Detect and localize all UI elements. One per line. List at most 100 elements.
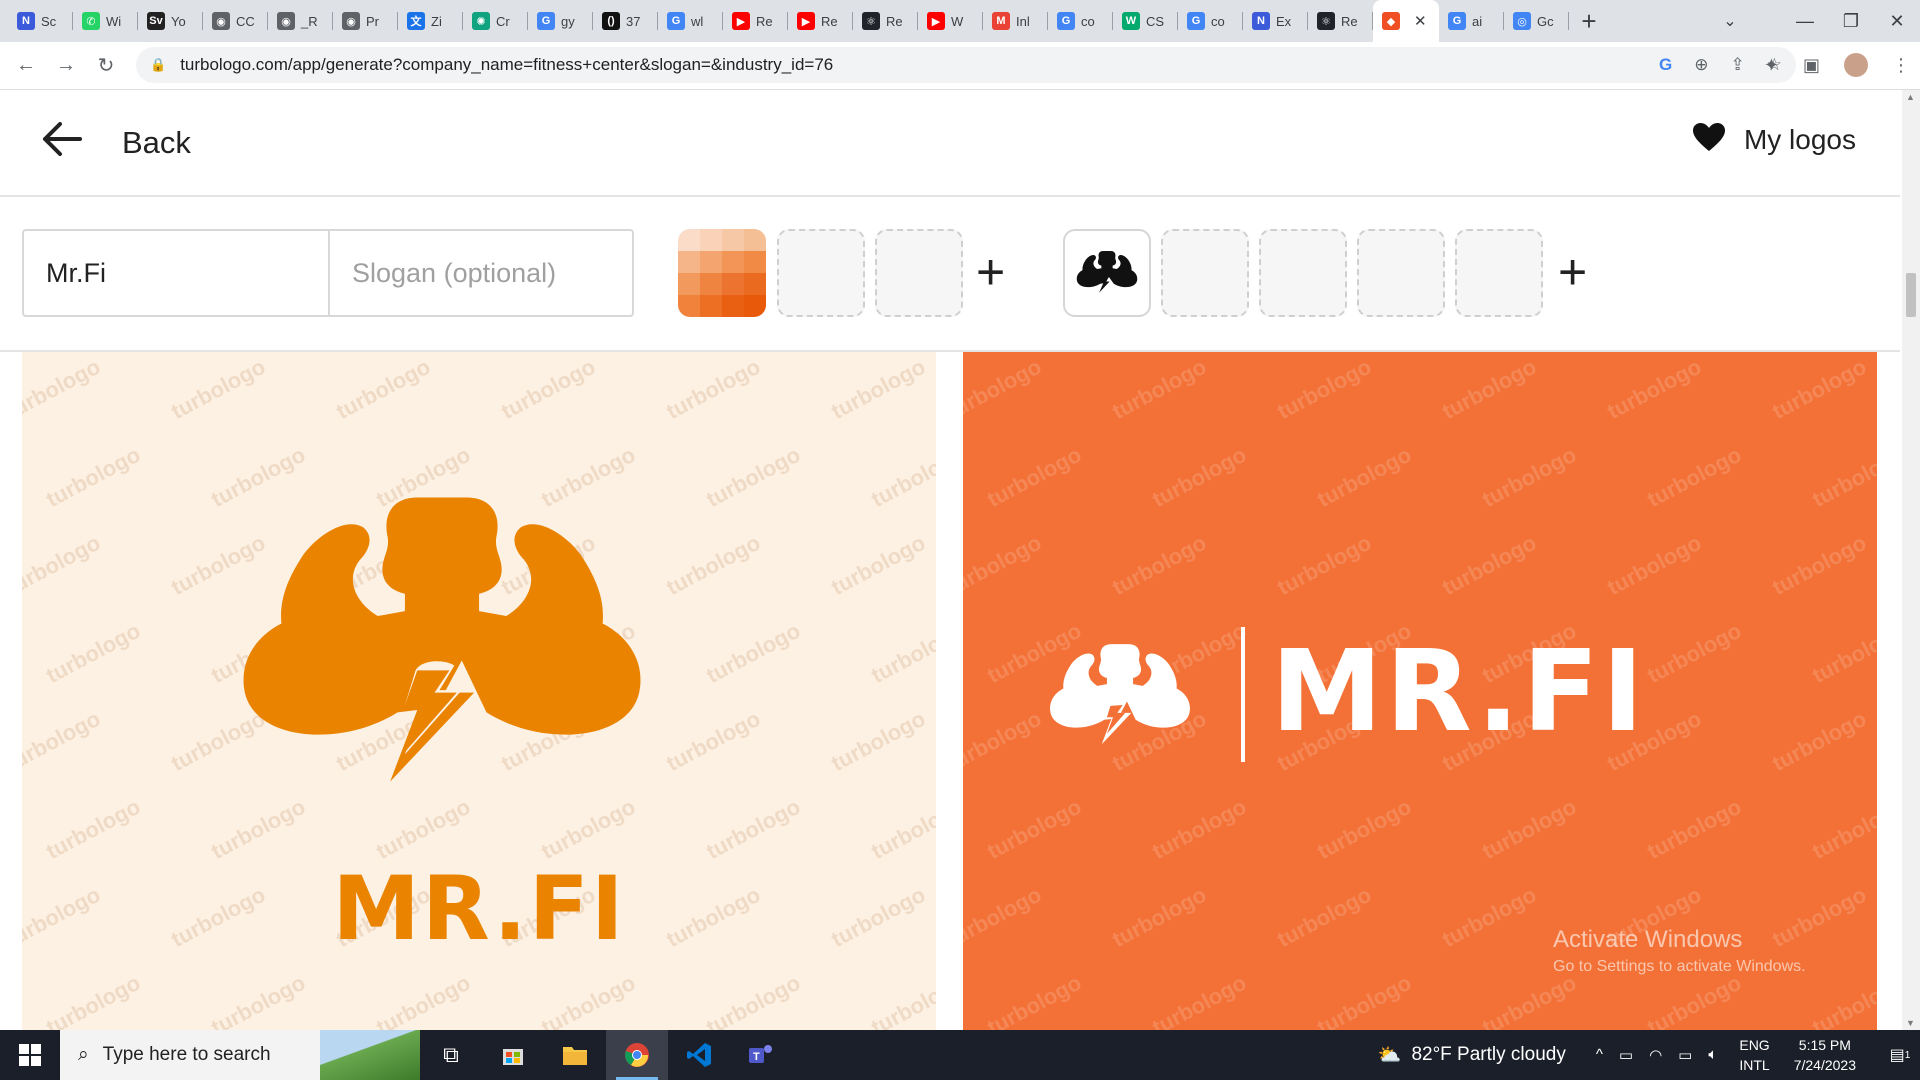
battery-icon[interactable]: ▭ — [1678, 1046, 1692, 1064]
turbologo-watermark: turbologo — [702, 793, 805, 865]
browser-tab[interactable]: ▶ Re — [723, 0, 788, 42]
browser-tab[interactable]: Gwl — [658, 0, 723, 42]
volume-icon[interactable]: 🔈︎ — [1708, 1046, 1717, 1064]
color-slot-empty[interactable] — [875, 229, 963, 317]
turbologo-watermark: turbologo — [1808, 441, 1877, 513]
weather-widget[interactable]: ⛅ 82°F Partly cloudy — [1378, 1043, 1566, 1067]
palette-cell — [744, 229, 766, 251]
turbologo-watermark: turbologo — [1148, 969, 1251, 1030]
side-panel-icon[interactable]: ▣ — [1803, 55, 1820, 76]
extension-toolbar: ✦ ▣ ⋮ — [1764, 47, 1910, 83]
turbologo-watermark: turbologo — [207, 793, 310, 865]
add-color-button[interactable]: + — [976, 247, 1005, 297]
tab-title: wl — [691, 13, 704, 29]
turbologo-watermark: turbologo — [42, 441, 145, 513]
notification-center-icon[interactable]: ▤ 1 — [1880, 1030, 1920, 1080]
browser-tab[interactable]: Gai — [1439, 0, 1504, 42]
task-view-icon[interactable]: ⧉ — [420, 1030, 482, 1080]
start-button[interactable] — [0, 1030, 60, 1080]
browser-tab[interactable]: Gco — [1048, 0, 1113, 42]
browser-tab[interactable]: ✆ Wi — [73, 0, 138, 42]
chevron-up-icon[interactable]: ^ — [1596, 1046, 1603, 1064]
restore-button[interactable]: ❐ — [1828, 0, 1874, 42]
company-name-input[interactable]: Mr.Fi — [24, 231, 330, 315]
close-window-button[interactable]: ✕ — [1874, 0, 1920, 42]
minimize-button[interactable]: — — [1782, 0, 1828, 42]
browser-tab[interactable]: ◉ CC — [203, 0, 268, 42]
browser-tab[interactable]: ◉ _R — [268, 0, 333, 42]
browser-tab[interactable]: ✺ Cr — [463, 0, 528, 42]
tab-title: co — [1211, 13, 1225, 29]
browser-tab[interactable]: ◆ ✕ — [1373, 0, 1439, 42]
chrome-taskbar-icon[interactable] — [606, 1030, 668, 1080]
turbologo-watermark: turbologo — [702, 969, 805, 1030]
palette-cell — [722, 295, 744, 317]
palette-cell — [678, 229, 700, 251]
meet-now-icon[interactable]: ▭ — [1619, 1046, 1633, 1064]
browser-tab[interactable]: ◉ Pr — [333, 0, 398, 42]
teams-icon[interactable]: T — [730, 1030, 792, 1080]
turbologo-watermark: turbologo — [537, 793, 640, 865]
zoom-icon[interactable]: ⊕ — [1694, 55, 1708, 75]
browser-tab[interactable]: ▶ W — [918, 0, 983, 42]
scroll-up-icon[interactable]: ▲ — [1906, 92, 1915, 102]
browser-tab[interactable]: 文 Zi — [398, 0, 463, 42]
browser-tab[interactable]: Gco — [1178, 0, 1243, 42]
tab-close-icon[interactable]: ✕ — [1414, 12, 1427, 30]
globe-icon: ◉ — [212, 12, 230, 30]
back-nav-icon[interactable]: ← — [6, 46, 46, 86]
browser-tab[interactable]: ⚛ Re — [853, 0, 918, 42]
page-scrollbar[interactable]: ▲ ▼ — [1902, 90, 1920, 1030]
turbologo-watermark: turbologo — [702, 441, 805, 513]
profile-avatar[interactable] — [1844, 53, 1868, 77]
slogan-input[interactable]: Slogan (optional) — [330, 231, 632, 315]
lang-bottom: INTL — [1739, 1057, 1770, 1073]
chrome-menu-icon[interactable]: ⋮ — [1892, 55, 1910, 76]
color-slot-empty[interactable] — [777, 229, 865, 317]
scroll-down-icon[interactable]: ▼ — [1906, 1018, 1915, 1028]
icon-slot-empty[interactable] — [1161, 229, 1249, 317]
add-icon-button[interactable]: + — [1558, 247, 1587, 297]
browser-tab[interactable]: ▶ Re — [788, 0, 853, 42]
palette-cell — [678, 273, 700, 295]
icon-slot-empty[interactable] — [1259, 229, 1347, 317]
clock[interactable]: 5:15 PM 7/24/2023 — [1794, 1035, 1856, 1075]
store-icon[interactable] — [482, 1030, 544, 1080]
turbologo-watermark: turbologo — [1808, 617, 1877, 689]
browser-tab[interactable]: N Ex — [1243, 0, 1308, 42]
browser-tab[interactable]: ⚛ Re — [1308, 0, 1373, 42]
logo-card-light[interactable]: turbologo turbologo turbologo turbologo turb… — [22, 352, 936, 1030]
google-icon[interactable]: G — [1659, 55, 1672, 75]
browser-tab[interactable]: () 37 — [593, 0, 658, 42]
selected-icon-slot[interactable] — [1063, 229, 1151, 317]
new-tab-button[interactable]: + — [1569, 0, 1609, 42]
browser-tab[interactable]: ◎ Gc — [1504, 0, 1569, 42]
browser-tab[interactable]: Ggy — [528, 0, 593, 42]
icon-slot-empty[interactable] — [1357, 229, 1445, 317]
browser-tab[interactable]: M Inl — [983, 0, 1048, 42]
color-palette-swatch[interactable] — [678, 229, 766, 317]
forward-nav-icon[interactable]: → — [46, 46, 86, 86]
vscode-icon[interactable] — [668, 1030, 730, 1080]
taskbar-search[interactable]: ⌕ Type here to search — [60, 1030, 420, 1080]
browser-tab[interactable]: N Sc — [8, 0, 73, 42]
wifi-icon[interactable]: ◠ — [1649, 1046, 1662, 1064]
browser-tab[interactable]: Sv Yo — [138, 0, 203, 42]
system-tray: ⛅ 82°F Partly cloudy ^ ▭ ◠ ▭ 🔈︎ ENG INTL… — [1378, 1030, 1920, 1080]
tab-title: Sc — [41, 13, 57, 29]
address-bar[interactable]: 🔒 turbologo.com/app/generate?company_nam… — [136, 47, 1796, 83]
tab-search-icon[interactable]: ⌄ — [1710, 0, 1750, 42]
file-explorer-icon[interactable] — [544, 1030, 606, 1080]
icon-slot-empty[interactable] — [1455, 229, 1543, 317]
turbologo-watermark: turbologo — [827, 529, 930, 601]
reload-icon[interactable]: ↻ — [86, 46, 126, 86]
react-icon: ⚛ — [862, 12, 880, 30]
browser-tab[interactable]: W CS — [1113, 0, 1178, 42]
back-button[interactable]: Back — [42, 122, 191, 163]
my-logos-button[interactable]: My logos — [1692, 122, 1856, 158]
turbologo-watermark: turbologo — [22, 529, 105, 601]
scrollbar-thumb[interactable] — [1906, 273, 1916, 317]
extensions-puzzle-icon[interactable]: ✦ — [1764, 55, 1779, 76]
share-icon[interactable]: ⇪ — [1731, 55, 1745, 75]
input-language[interactable]: ENG INTL — [1739, 1035, 1769, 1075]
